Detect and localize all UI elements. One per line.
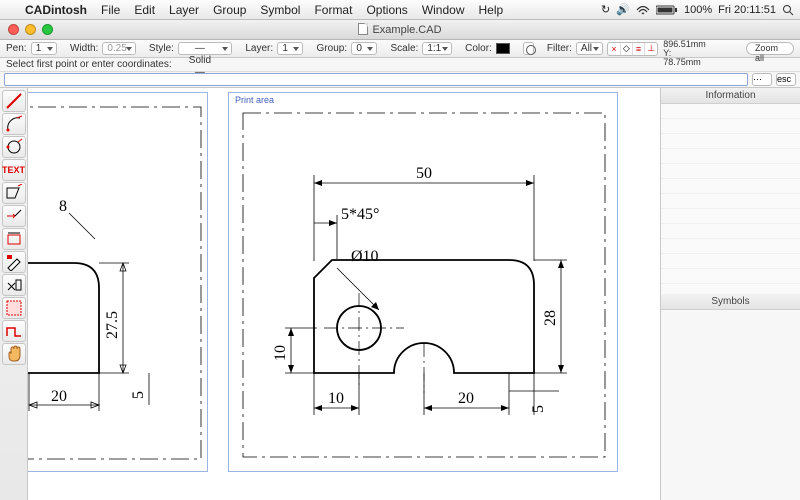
snap-btn-3[interactable]: ≡ [633, 43, 645, 55]
tool-edit[interactable] [2, 251, 26, 273]
zoom-all-button[interactable]: Zoom all [746, 42, 794, 55]
dim-dia: Ø10 [351, 248, 379, 265]
dim-w50: 50 [416, 165, 432, 182]
menu-options[interactable]: Options [359, 3, 414, 17]
menu-symbol[interactable]: Symbol [253, 3, 307, 17]
sheet-2: Print area 50 5*45° [228, 92, 618, 472]
panel-symbols-header[interactable]: Symbols [661, 294, 800, 310]
command-input[interactable] [4, 73, 748, 86]
tool-polyline[interactable] [2, 320, 26, 342]
battery-icon [656, 5, 678, 15]
tool-select[interactable] [2, 297, 26, 319]
tool-text[interactable]: TEXT [2, 159, 26, 181]
panel-information-body [661, 104, 800, 294]
esc-button[interactable]: esc [776, 73, 796, 86]
filter-select[interactable]: All [576, 42, 604, 55]
dim-h28: 28 [542, 310, 559, 326]
window-title: Example.CAD [0, 23, 800, 36]
tool-dimension[interactable] [2, 182, 26, 204]
snap-btn-4[interactable]: ⊥ [645, 43, 657, 55]
panel-symbols-body [661, 310, 800, 500]
tool-circle[interactable] [2, 136, 26, 158]
dim-left-h5: 5 [130, 391, 147, 399]
dim-h10: 10 [272, 345, 289, 361]
tool-pan[interactable] [2, 343, 26, 365]
coord-y-value: 78.75mm [663, 57, 701, 67]
dim-left-w20: 20 [51, 388, 67, 405]
dim-w20: 20 [458, 390, 474, 407]
menu-format[interactable]: Format [307, 3, 359, 17]
menu-group[interactable]: Group [206, 3, 253, 17]
style-select[interactable]: — Solid — [178, 42, 232, 55]
group-label: Group: [317, 43, 348, 54]
tool-leader[interactable] [2, 205, 26, 227]
width-select[interactable]: 0.25 [102, 42, 135, 55]
pen-select[interactable]: 1 [31, 42, 57, 55]
snap-btn-2[interactable]: ◇ [621, 43, 633, 55]
snap-button-group[interactable]: × ◇ ≡ ⊥ [607, 42, 658, 56]
dim-chamfer: 5*45° [341, 206, 379, 223]
width-label: Width: [70, 43, 98, 54]
battery-percentage: 100% [684, 4, 712, 16]
filter-label: Filter: [547, 43, 572, 54]
layer-select[interactable]: 1 [277, 42, 303, 55]
layer-label: Layer: [245, 43, 273, 54]
group-select[interactable]: 0 [351, 42, 377, 55]
sync-icon: ↻ [601, 3, 610, 16]
pen-label: Pen: [6, 43, 27, 54]
dim-left-h275: 27.5 [104, 311, 121, 339]
drawing-canvas[interactable]: 8 27.5 20 5 10 [28, 88, 660, 500]
menu-file[interactable]: File [94, 3, 127, 17]
snap-btn-1[interactable]: × [608, 43, 620, 55]
volume-icon: 🔊 [616, 3, 630, 16]
window-minimize-button[interactable] [25, 24, 36, 35]
tool-trim[interactable] [2, 274, 26, 296]
gear-icon[interactable] [523, 42, 533, 55]
menu-edit[interactable]: Edit [127, 3, 162, 17]
menu-help[interactable]: Help [472, 3, 511, 17]
menubar-clock: Fri 20:11:51 [718, 4, 776, 16]
tool-line[interactable] [2, 90, 26, 112]
sheet-1: 8 27.5 20 5 10 [28, 92, 208, 472]
scale-select[interactable]: 1:1 [422, 42, 451, 55]
panel-information-header[interactable]: Information [661, 88, 800, 104]
menu-window[interactable]: Window [415, 3, 472, 17]
confirm-button[interactable]: ⋯ [752, 73, 772, 86]
document-icon [358, 23, 368, 35]
style-label: Style: [149, 43, 174, 54]
window-zoom-button[interactable] [42, 24, 53, 35]
app-name[interactable]: CADintosh [18, 3, 94, 17]
color-label: Color: [465, 43, 492, 54]
dim-h5: 5 [530, 405, 547, 413]
dim-left-a8: 8 [59, 198, 67, 215]
menu-layer[interactable]: Layer [162, 3, 206, 17]
color-swatch[interactable] [496, 43, 510, 54]
spotlight-icon[interactable] [782, 4, 794, 16]
scale-label: Scale: [391, 43, 419, 54]
dim-w10: 10 [328, 390, 344, 407]
tool-arc[interactable] [2, 113, 26, 135]
tool-hatch[interactable] [2, 228, 26, 250]
wifi-icon [636, 5, 650, 15]
window-close-button[interactable] [8, 24, 19, 35]
